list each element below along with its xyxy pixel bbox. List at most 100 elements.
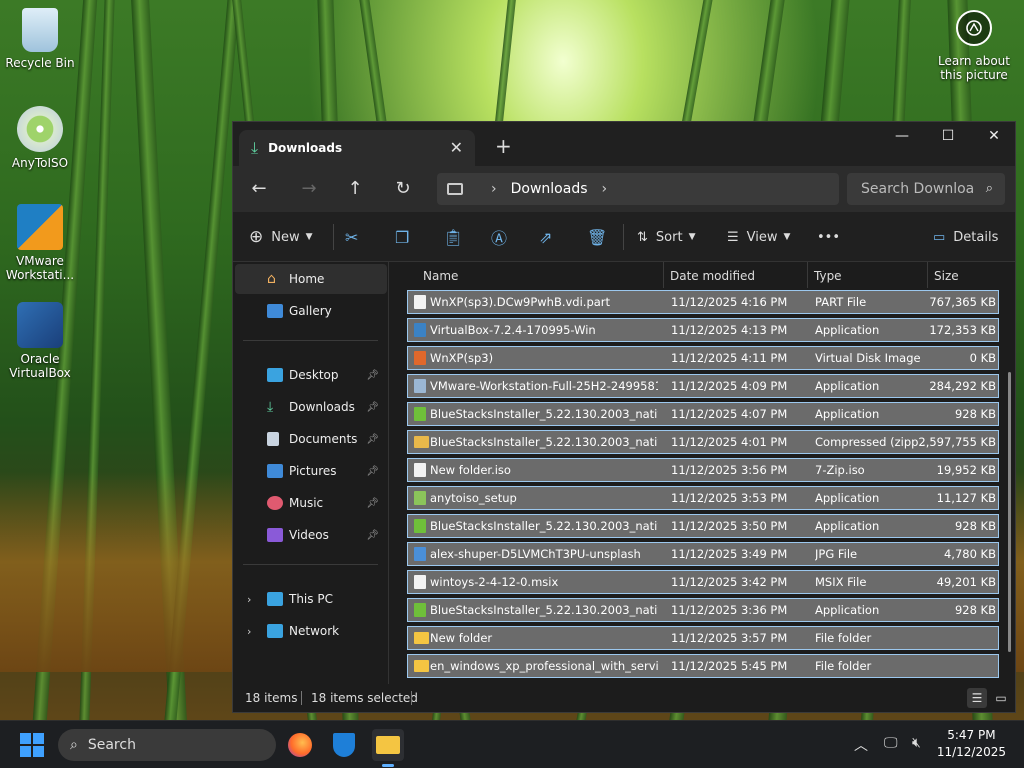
more-options-button[interactable]: ••• [817,226,840,248]
learn-about-picture[interactable]: Learn about this picture [930,10,1018,82]
sort-button[interactable]: ⇅ Sort ▼ [637,226,695,248]
file-row[interactable]: WnXP(sp3) 11/12/2025 4:11 PM Virtual Disk … [407,346,999,370]
pin-icon[interactable]: 📌︎ [366,402,379,413]
clock[interactable]: 5:47 PM 11/12/2025 [937,727,1006,761]
file-row[interactable]: New folder.iso 11/12/2025 3:56 PM 7-Zip.is… [407,458,999,482]
file-row[interactable]: en_windows_xp_professional_with_servic..… [407,654,999,678]
volume-icon[interactable]: 🔇︎ [912,735,921,751]
pin-icon[interactable]: 📌︎ [366,530,379,541]
column-header-type[interactable]: Type [814,262,842,290]
file-type: File folder [815,631,872,645]
pin-icon[interactable]: 📌︎ [366,370,379,381]
selected-count: 18 items selected [311,691,418,705]
taskbar-search[interactable]: ⌕ Search [58,729,276,761]
back-button[interactable]: ← [247,178,271,199]
share-button[interactable]: ⇗ [539,226,552,248]
desktop-icon-virtualbox[interactable]: Oracle VirtualBox [2,302,78,380]
chevron-right-icon[interactable]: › [247,593,251,606]
up-button[interactable]: ↑ [343,178,367,199]
disc-icon [17,106,63,152]
music-icon [267,496,283,510]
delete-button[interactable]: 🗑︎ [587,226,607,248]
file-row[interactable]: VMware-Workstation-Full-25H2-24995812 11/… [407,374,999,398]
details-pane-button[interactable]: ▭ Details [933,226,998,248]
file-date: 11/12/2025 4:11 PM [671,351,788,365]
refresh-button[interactable]: ↻ [391,178,415,199]
nav-item-desktop[interactable]: Desktop 📌︎ [235,360,387,390]
nav-item-network[interactable]: › Network [235,616,387,646]
rename-button[interactable]: Ⓐ [491,226,507,248]
file-type: JPG File [815,547,858,561]
desktop-icon-recycle-bin[interactable]: Recycle Bin [2,8,78,70]
chevron-right-icon[interactable]: › [247,625,251,638]
file-row[interactable]: BlueStacksInstaller_5.22.130.2003_native… [407,514,999,538]
nav-item-home[interactable]: ⌂ Home [235,264,387,294]
file-row[interactable]: wintoys-2-4-12-0.msix 11/12/2025 3:42 PM M… [407,570,999,594]
file-row[interactable]: BlueStacksInstaller_5.22.130.2003_native… [407,430,999,454]
file-row[interactable]: WnXP(sp3).DCw9PwhB.vdi.part 11/12/2025 4:… [407,290,999,314]
chevron-right-icon[interactable]: › [602,181,608,197]
gallery-icon [267,304,283,318]
tab-downloads[interactable]: ⤓ Downloads ✕ [239,130,475,166]
nav-item-downloads[interactable]: ⤓ Downloads 📌︎ [235,392,387,422]
taskbar-search-label: Search [87,737,136,753]
file-size: 928 KB [954,407,996,421]
display-icon[interactable]: 🖵︎ [884,735,898,751]
file-row[interactable]: alex-shuper-D5LVMChT3PU-unsplash 11/12/20… [407,542,999,566]
vertical-scrollbar[interactable] [1008,372,1011,652]
minimize-button[interactable]: — [879,122,925,150]
new-button[interactable]: ⊕ New ▼ [249,226,313,248]
nav-item-pictures[interactable]: Pictures 📌︎ [235,456,387,486]
view-button[interactable]: ☰ View ▼ [727,226,790,248]
address-bar[interactable]: › Downloads › [437,173,839,205]
nav-item-this-pc[interactable]: › This PC [235,584,387,614]
folder-icon [414,660,429,672]
file-date: 11/12/2025 3:42 PM [671,575,788,589]
column-header-name[interactable]: Name [423,262,458,290]
column-header-size[interactable]: Size [934,262,959,290]
desktop-icon-anytoiso[interactable]: AnyToISO [2,106,78,170]
pin-icon[interactable]: 📌︎ [366,434,379,445]
new-tab-button[interactable]: + [495,134,512,158]
file-date: 11/12/2025 3:56 PM [671,463,788,477]
tiles-view-icon[interactable]: ▭ [991,688,1011,708]
file-size: 4,780 KB [943,547,996,561]
cut-button[interactable]: ✂ [345,226,358,248]
copy-button[interactable]: ❐ [395,226,409,248]
nav-item-gallery[interactable]: Gallery [235,296,387,326]
breadcrumb-downloads[interactable]: Downloads [511,181,588,197]
nav-item-videos[interactable]: Videos 📌︎ [235,520,387,550]
disk-image-icon [414,351,426,365]
details-pane-icon: ▭ [933,229,946,245]
file-type: Application [815,407,880,421]
file-explorer-taskbar-icon[interactable] [372,729,404,761]
vmware-icon [17,204,63,250]
file-name: alex-shuper-D5LVMChT3PU-unsplash [430,547,641,561]
paste-button[interactable]: 📋︎ [443,226,463,248]
firefox-icon[interactable] [284,729,316,761]
file-row[interactable]: BlueStacksInstaller_5.22.130.2003_native… [407,402,999,426]
search-input[interactable]: Search Downloa ⌕ [847,173,1005,205]
close-window-button[interactable]: ✕ [971,122,1017,150]
defender-shield-icon[interactable] [328,729,360,761]
pin-icon[interactable]: 📌︎ [366,498,379,509]
file-type: Application [815,603,880,617]
chevron-up-icon[interactable]: ︿ [854,735,868,755]
file-date: 11/12/2025 3:57 PM [671,631,788,645]
start-button[interactable] [20,733,44,757]
file-row[interactable]: anytoiso_setup 11/12/2025 3:53 PM Applicat… [407,486,999,510]
documents-icon [267,432,279,446]
file-row[interactable]: New folder 11/12/2025 3:57 PM File folder [407,626,999,650]
details-view-icon[interactable]: ☰ [967,688,987,708]
desktop-icon-vmware[interactable]: VMware Workstati... [2,204,78,282]
file-row[interactable]: BlueStacksInstaller_5.22.130.2003_native… [407,598,999,622]
nav-item-documents[interactable]: Documents 📌︎ [235,424,387,454]
maximize-button[interactable]: ☐ [925,122,971,150]
close-tab-icon[interactable]: ✕ [450,138,463,157]
nav-item-music[interactable]: Music 📌︎ [235,488,387,518]
column-header-date[interactable]: Date modified [670,262,755,290]
file-size: 19,952 KB [936,463,996,477]
pin-icon[interactable]: 📌︎ [366,466,379,477]
forward-button[interactable]: → [297,178,321,199]
file-row[interactable]: VirtualBox-7.2.4-170995-Win 11/12/2025 4:… [407,318,999,342]
